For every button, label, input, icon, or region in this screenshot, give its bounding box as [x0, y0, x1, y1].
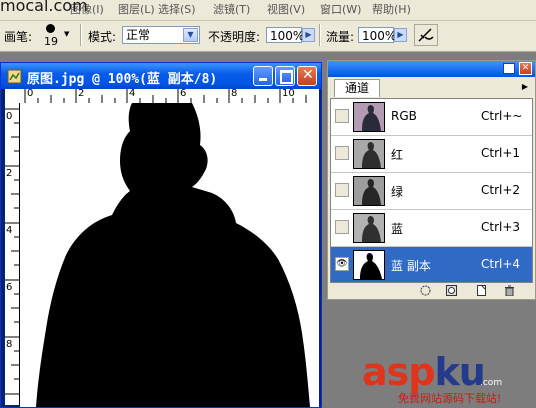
visibility-toggle[interactable]: [335, 183, 349, 197]
save-selection-icon[interactable]: [446, 285, 457, 296]
maximize-button[interactable]: [275, 66, 295, 86]
brand-suffix: .com: [480, 378, 503, 388]
document-title: 原图.jpg @ 100%(蓝 副本/8): [27, 72, 218, 87]
channel-row-green[interactable]: 绿 Ctrl+2: [331, 173, 532, 210]
brand-logo-part2: ku: [434, 350, 485, 394]
menu-item-select[interactable]: 选择(S): [158, 1, 196, 17]
ruler-ticks: [5, 108, 19, 395]
document-window: 原图.jpg @ 100%(蓝 副本/8) ✕ 0 2 4 6 8 10 0 2…: [0, 62, 322, 408]
ruler-label: 0: [27, 89, 34, 99]
ruler-horizontal: 0 2 4 6 8 10: [5, 89, 319, 104]
ruler-label: 6: [180, 89, 187, 99]
load-selection-icon[interactable]: [420, 285, 431, 296]
opacity-field[interactable]: 100%: [266, 27, 304, 43]
channel-thumbnail: [353, 250, 385, 280]
channel-row-rgb[interactable]: RGB Ctrl+~: [331, 99, 532, 136]
ruler-vertical: 0 2 4 6 8: [5, 103, 20, 405]
ruler-label: 2: [6, 168, 13, 179]
panel-footer: [330, 283, 533, 299]
channel-row-blue[interactable]: 蓝 Ctrl+3: [331, 210, 532, 247]
channel-shortcut: Ctrl+3: [481, 220, 521, 234]
channel-thumbnail: [353, 176, 385, 206]
panel-minimize-button[interactable]: [503, 63, 515, 74]
channel-name: 蓝: [391, 222, 404, 236]
menu-item-view[interactable]: 视图(V): [267, 1, 305, 17]
image-canvas[interactable]: [20, 103, 319, 407]
maximize-icon: [280, 70, 293, 84]
flow-slider-button[interactable]: ▶: [394, 28, 407, 42]
site-watermark: mocal.com: [0, 0, 88, 15]
visibility-toggle[interactable]: [335, 109, 349, 123]
channel-name: 红: [391, 148, 404, 162]
channel-name: 蓝 副本: [391, 259, 431, 273]
ruler-label: 4: [6, 225, 13, 236]
panel-title-bar[interactable]: ✕: [328, 61, 535, 77]
ruler-label: 8: [231, 89, 238, 99]
channel-name: 绿: [391, 185, 404, 199]
airbrush-icon: [418, 28, 434, 42]
visibility-toggle[interactable]: [335, 220, 349, 234]
flow-field[interactable]: 100%: [358, 27, 396, 43]
ruler-label: 0: [6, 111, 13, 122]
flow-label: 流量:: [326, 30, 355, 44]
trash-icon[interactable]: [504, 285, 515, 296]
chevron-down-icon: ▼: [64, 30, 70, 38]
brush-label: 画笔:: [4, 30, 33, 44]
tab-channels[interactable]: 通道: [334, 79, 380, 97]
menu-item-layer[interactable]: 图层(L): [118, 1, 155, 17]
ruler-ticks: [24, 89, 307, 103]
brand-tagline: 免费网站源码下载站!: [398, 392, 502, 405]
mode-value: 正常: [126, 28, 151, 42]
channel-shortcut: Ctrl+2: [481, 183, 521, 197]
ruler-label: 8: [6, 339, 13, 350]
silhouette-image: [36, 103, 310, 407]
channel-list: RGB Ctrl+~ 红 Ctrl+1 绿 Ctrl+2 蓝 Ctrl+3 👁 …: [330, 98, 533, 283]
chevron-down-icon[interactable]: ▼: [183, 28, 198, 42]
eye-icon[interactable]: 👁: [335, 257, 349, 271]
channel-thumbnail: [353, 213, 385, 243]
panel-menu-button[interactable]: ▶: [519, 81, 531, 93]
minimize-button[interactable]: [253, 66, 273, 86]
opacity-slider-button[interactable]: ▶: [302, 28, 315, 42]
channel-row-blue-copy[interactable]: 👁 蓝 副本 Ctrl+4: [331, 247, 532, 282]
ruler-label: 2: [78, 89, 85, 99]
ruler-label: 6: [6, 282, 13, 293]
channel-name: RGB: [391, 109, 417, 123]
channel-row-red[interactable]: 红 Ctrl+1: [331, 136, 532, 173]
mode-label: 模式:: [88, 30, 117, 44]
channel-thumbnail: [353, 139, 385, 169]
menu-item-window[interactable]: 窗口(W): [320, 1, 361, 17]
divider: [319, 24, 321, 46]
divider: [80, 24, 82, 46]
opacity-label: 不透明度:: [208, 30, 261, 44]
channel-shortcut: Ctrl+~: [481, 109, 523, 123]
ruler-label: 10: [282, 89, 295, 99]
close-icon: ✕: [302, 67, 314, 83]
brush-picker[interactable]: 19 ▼: [42, 24, 72, 48]
minimize-icon: [259, 78, 267, 81]
options-bar: 画笔: 19 ▼ 模式: 正常 ▼ 不透明度: 100% ▶ 流量: 100% …: [0, 21, 536, 52]
channel-shortcut: Ctrl+4: [481, 257, 521, 271]
airbrush-button[interactable]: [414, 24, 438, 46]
channel-shortcut: Ctrl+1: [481, 146, 521, 160]
brush-tip-icon: [46, 24, 55, 33]
document-title-bar[interactable]: 原图.jpg @ 100%(蓝 副本/8) ✕: [1, 63, 321, 89]
visibility-toggle[interactable]: [335, 146, 349, 160]
document-icon: [7, 69, 22, 84]
ruler-label: 4: [129, 89, 136, 99]
close-button[interactable]: ✕: [297, 66, 317, 86]
menu-item-help[interactable]: 帮助(H): [372, 1, 411, 17]
brand-logo: aspku: [362, 350, 486, 394]
channels-panel: ✕ 通道 ▶ RGB Ctrl+~ 红 Ctrl+1 绿 Ctrl+2 蓝 Ct…: [327, 60, 536, 300]
new-channel-icon[interactable]: [476, 285, 487, 296]
panel-close-button[interactable]: ✕: [519, 62, 532, 75]
brand-logo-part1: asp: [362, 350, 435, 394]
brush-size: 19: [44, 35, 58, 48]
channel-thumbnail: [353, 102, 385, 132]
menu-item-filter[interactable]: 滤镜(T): [213, 1, 250, 17]
mode-select[interactable]: 正常 ▼: [122, 26, 200, 44]
